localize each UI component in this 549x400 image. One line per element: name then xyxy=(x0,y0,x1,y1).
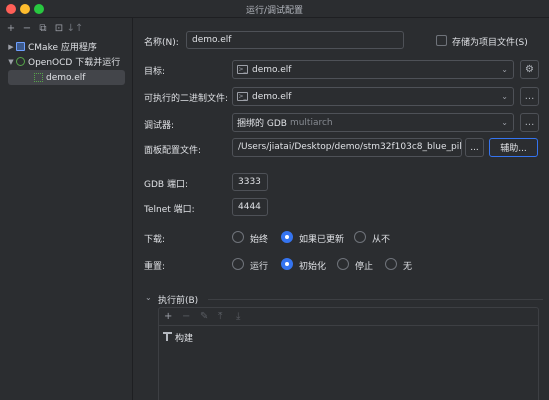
remove-config-button[interactable]: − xyxy=(20,21,34,35)
before-launch-panel: + − ✎ ⤒ ⤓ 构建 xyxy=(158,307,539,400)
reset-none-label: 无 xyxy=(403,262,413,272)
download-always-label: 始终 xyxy=(250,235,269,245)
chevron-right-icon[interactable]: ▶ xyxy=(6,43,16,51)
board-config-browse-button[interactable]: ... xyxy=(465,138,484,157)
download-always-radio[interactable] xyxy=(232,231,244,243)
reset-init-label: 初始化 xyxy=(299,262,327,272)
config-form: 名称(N): demo.elf 存储为项目文件(S) 目标: >_ demo.e… xyxy=(134,18,549,400)
section-divider xyxy=(208,299,543,300)
chevron-down-icon: ⌄ xyxy=(501,118,508,127)
download-label: 下载: xyxy=(144,235,166,245)
gdb-port-label: GDB 端口: xyxy=(144,180,188,190)
debugger-value: 捆绑的 GDB xyxy=(237,119,287,129)
reset-run-radio[interactable] xyxy=(232,258,244,270)
terminal-icon: >_ xyxy=(237,92,248,101)
tree-item-label: CMake 应用程序 xyxy=(28,43,97,53)
download-if-updated-label: 如果已更新 xyxy=(299,235,345,245)
target-combo[interactable]: >_ demo.elf ⌄ xyxy=(232,60,514,79)
telnet-port-input[interactable]: 4444 xyxy=(232,198,268,216)
target-label: 目标: xyxy=(144,67,166,77)
chevron-down-icon[interactable]: ⌄ xyxy=(145,293,152,302)
add-config-button[interactable]: + xyxy=(4,21,18,35)
download-if-updated-radio[interactable] xyxy=(281,231,293,243)
save-as-project-checkbox[interactable] xyxy=(436,35,447,46)
task-build-label[interactable]: 构建 xyxy=(175,331,193,344)
reset-none-radio[interactable] xyxy=(385,258,397,270)
reset-label: 重置: xyxy=(144,262,166,272)
hammer-icon xyxy=(163,332,172,341)
chevron-down-icon: ⌄ xyxy=(501,92,508,101)
debugger-browse-button[interactable]: ... xyxy=(520,113,539,132)
debugger-hint: multiarch xyxy=(289,117,333,128)
name-label: 名称(N): xyxy=(144,38,179,48)
edit-task-button[interactable]: ✎ xyxy=(200,311,208,322)
executable-label: 可执行的二进制文件: xyxy=(144,94,229,104)
save-as-project-label: 存储为项目文件(S) xyxy=(452,38,528,48)
chevron-down-icon: ⌄ xyxy=(501,65,508,74)
move-down-task-button[interactable]: ⤓ xyxy=(236,311,240,322)
remove-task-button[interactable]: − xyxy=(182,311,190,322)
reset-halt-radio[interactable] xyxy=(337,258,349,270)
target-settings-button[interactable]: ⚙ xyxy=(520,60,539,79)
before-launch-label[interactable]: 执行前(B) xyxy=(158,293,198,306)
download-never-label: 从不 xyxy=(372,235,391,245)
title-bar: 运行/调试配置 xyxy=(0,0,549,18)
copy-config-button[interactable]: ⧉ xyxy=(36,21,50,35)
reset-halt-label: 停止 xyxy=(355,262,374,272)
name-input[interactable]: demo.elf xyxy=(186,31,404,49)
tree-item-demo-elf[interactable]: demo.elf xyxy=(8,70,125,85)
gdb-port-input[interactable]: 3333 xyxy=(232,173,268,191)
debugger-label: 调试器: xyxy=(144,121,175,131)
gear-icon: ⚙ xyxy=(525,64,534,75)
add-task-button[interactable]: + xyxy=(164,311,172,322)
tree-item-openocd[interactable]: ▼ OpenOCD 下载并运行 xyxy=(6,54,120,69)
config-sidebar: + − ⧉ ⊡ ↓↑ ▶ CMake 应用程序 ▼ OpenOCD 下载并运行 … xyxy=(0,18,133,400)
target-value: demo.elf xyxy=(252,64,292,75)
reset-run-label: 运行 xyxy=(250,262,269,272)
cmake-icon xyxy=(16,42,25,51)
executable-value: demo.elf xyxy=(252,91,292,102)
move-up-task-button[interactable]: ⤒ xyxy=(218,311,222,322)
sidebar-toolbar: + − ⧉ ⊡ ↓↑ xyxy=(0,18,132,38)
executable-combo[interactable]: >_ demo.elf ⌄ xyxy=(232,87,514,106)
sort-config-button[interactable]: ↓↑ xyxy=(67,21,84,35)
openocd-icon xyxy=(16,57,25,66)
folder-config-button[interactable]: ⊡ xyxy=(52,21,66,35)
tree-item-label: demo.elf xyxy=(46,72,86,83)
tree-item-cmake-app[interactable]: ▶ CMake 应用程序 xyxy=(6,39,97,54)
panel-divider xyxy=(159,325,538,326)
telnet-port-label: Telnet 端口: xyxy=(144,205,195,215)
assist-button[interactable]: 辅助... xyxy=(489,138,538,157)
debugger-combo[interactable]: 捆绑的 GDB multiarch ⌄ xyxy=(232,113,514,132)
download-never-radio[interactable] xyxy=(354,231,366,243)
reset-init-radio[interactable] xyxy=(281,258,293,270)
tree-item-label: OpenOCD 下载并运行 xyxy=(28,58,121,68)
chevron-down-icon[interactable]: ▼ xyxy=(6,58,16,66)
window-title: 运行/调试配置 xyxy=(245,6,304,16)
board-config-label: 面板配置文件: xyxy=(144,146,202,156)
executable-browse-button[interactable]: ... xyxy=(520,87,539,106)
terminal-icon: >_ xyxy=(237,65,248,74)
board-config-input[interactable]: /Users/jiatai/Desktop/demo/stm32f103c8_b… xyxy=(232,138,462,157)
openocd-config-icon xyxy=(34,73,43,82)
